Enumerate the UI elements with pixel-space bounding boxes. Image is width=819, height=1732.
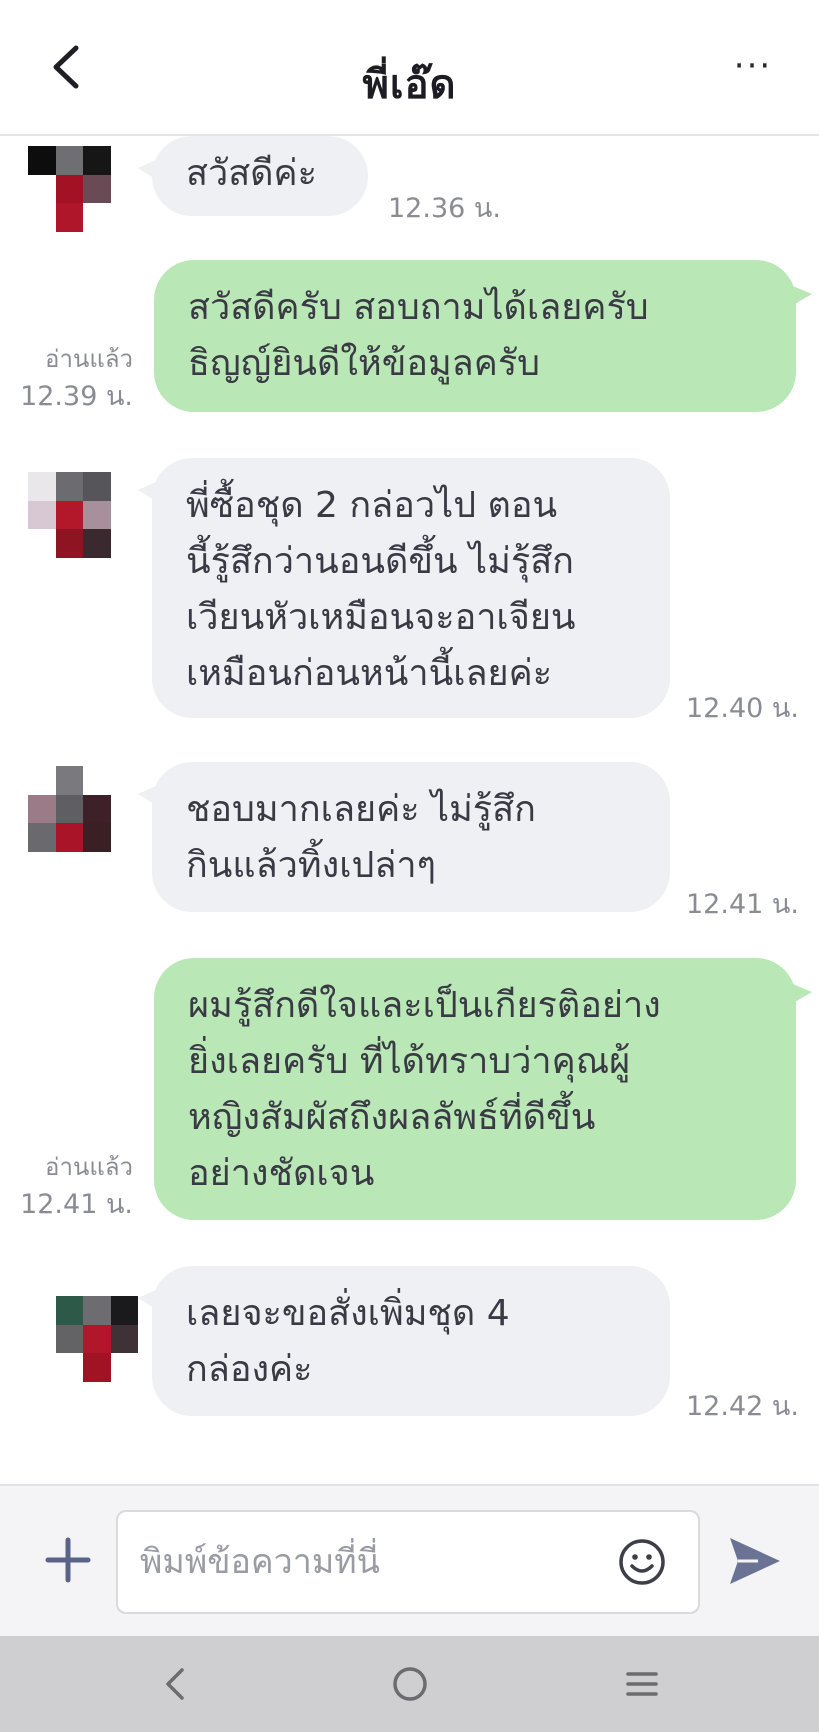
plus-icon	[45, 1537, 91, 1583]
message-text: ผมรู้สึกดีใจและเป็นเกียรติอย่าง	[188, 985, 661, 1026]
message-input-bar	[0, 1484, 819, 1638]
message-text: สวัสดีค่ะ	[186, 153, 317, 194]
read-receipt: อ่านแล้ว 12.41 น.	[18, 1148, 133, 1224]
message-text: กล่องค่ะ	[186, 1349, 313, 1390]
message-bubble-incoming[interactable]: สวัสดีค่ะ	[138, 136, 368, 216]
message-bubble-outgoing[interactable]: ผมรู้สึกดีใจและเป็นเกียรติอย่าง ยิ่งเลยค…	[154, 958, 812, 1220]
message-timestamp: 12.42 น.	[686, 1391, 799, 1422]
message-timestamp: 12.36 น.	[388, 193, 501, 224]
emoji-button[interactable]	[616, 1536, 668, 1588]
nav-back-icon	[166, 1668, 184, 1700]
read-status: อ่านแล้ว	[45, 1153, 133, 1181]
message-bubble-incoming[interactable]: พี่ซื้อชุด 2 กล่อวไป ตอน นี้รู้สึกว่านอน…	[138, 458, 670, 718]
add-attachment-button[interactable]	[40, 1532, 96, 1588]
avatar[interactable]	[28, 472, 138, 558]
message-text: ธิญญ์ยินดีให้ข้อมูลครับ	[188, 343, 541, 384]
more-options-button[interactable]: ···	[723, 46, 783, 86]
chat-messages: สวัสดีค่ะ 12.36 น. อ่านแล้ว 12.39 น. สวั…	[0, 134, 819, 1484]
avatar[interactable]	[28, 146, 138, 232]
message-text: พี่ซื้อชุด 2 กล่อวไป ตอน	[186, 485, 558, 526]
message-text: ยิ่งเลยครับ ที่ได้ทราบว่าคุณผู้	[188, 1041, 631, 1082]
message-timestamp: 12.41 น.	[20, 1189, 133, 1220]
message-timestamp: 12.40 น.	[686, 693, 799, 724]
avatar[interactable]	[28, 766, 138, 852]
message-text: กินแล้วทิ้งเปล่าๆ	[186, 845, 436, 886]
message-bubble-incoming[interactable]: เลยจะขอสั่งเพิ่มชุด 4 กล่องค่ะ	[138, 1266, 670, 1416]
read-receipt: อ่านแล้ว 12.39 น.	[18, 340, 133, 416]
message-text: หญิงสัมผัสถึงผลลัพธ์ที่ดีขึ้น	[188, 1097, 596, 1138]
message-text: เหมือนก่อนหน้านี้เลยค่ะ	[186, 653, 553, 694]
message-timestamp: 12.39 น.	[20, 381, 133, 412]
message-text: สวัสดีครับ สอบถามได้เลยครับ	[188, 287, 649, 328]
emoji-icon	[619, 1539, 665, 1585]
more-dots-icon: ···	[733, 46, 773, 86]
message-text: ชอบมากเลยค่ะ ไม่รู้สึก	[186, 789, 536, 830]
message-input[interactable]	[116, 1510, 700, 1614]
chat-title: พี่เอ๊ด	[362, 62, 457, 108]
nav-menu-icon	[626, 1672, 658, 1696]
send-icon	[730, 1538, 780, 1584]
nav-back-button[interactable]	[158, 1664, 194, 1704]
avatar[interactable]	[28, 1296, 138, 1382]
message-text: เวียนหัวเหมือนจะอาเจียน	[186, 597, 576, 638]
nav-home-icon	[393, 1667, 427, 1701]
message-timestamp: 12.41 น.	[686, 889, 799, 920]
system-navigation-bar	[0, 1636, 819, 1732]
message-text: เลยจะขอสั่งเพิ่มชุด 4	[186, 1293, 510, 1334]
nav-menu-button[interactable]	[622, 1664, 662, 1704]
chat-header: พี่เอ๊ด ···	[0, 0, 819, 136]
message-text: อย่างชัดเจน	[188, 1153, 375, 1194]
read-status: อ่านแล้ว	[45, 345, 133, 373]
nav-home-button[interactable]	[390, 1662, 430, 1706]
message-text: นี้รู้สึกว่านอนดีขึ้น ไม่รุ้สึก	[186, 541, 574, 582]
send-button[interactable]	[724, 1532, 784, 1590]
message-bubble-incoming[interactable]: ชอบมากเลยค่ะ ไม่รู้สึก กินแล้วทิ้งเปล่าๆ	[138, 762, 670, 912]
message-bubble-outgoing[interactable]: สวัสดีครับ สอบถามได้เลยครับ ธิญญ์ยินดีให…	[154, 260, 812, 412]
